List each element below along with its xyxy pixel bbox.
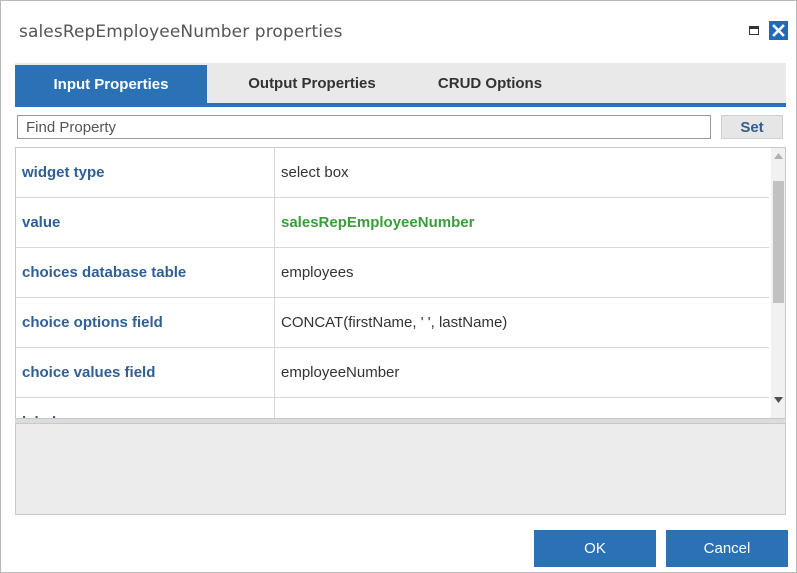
properties-dialog: salesRepEmployeeNumber properties Input …	[0, 0, 797, 573]
cancel-button[interactable]: Cancel	[666, 530, 788, 567]
tab-crud-options[interactable]: CRUD Options	[415, 63, 565, 103]
tab-underline	[15, 103, 786, 107]
property-name: label ...	[16, 398, 275, 418]
property-description-panel	[15, 423, 786, 515]
ok-button[interactable]: OK	[534, 530, 656, 567]
property-rows: widget type select box value salesRepEmp…	[16, 148, 769, 418]
property-name: choice options field	[16, 298, 275, 347]
set-button[interactable]: Set	[721, 115, 783, 139]
property-value[interactable]: CONCAT(firstName, ' ', lastName)	[275, 298, 769, 347]
property-row[interactable]: label ... ...	[16, 398, 769, 418]
scroll-up-button[interactable]	[771, 148, 785, 164]
property-name: choice values field	[16, 348, 275, 397]
vertical-scrollbar[interactable]	[771, 148, 785, 418]
find-property-row: Set	[15, 115, 786, 141]
title-bar[interactable]: salesRepEmployeeNumber properties	[1, 1, 796, 59]
property-grid: widget type select box value salesRepEmp…	[15, 147, 786, 419]
property-row[interactable]: choices database table employees	[16, 248, 769, 298]
property-value[interactable]: employees	[275, 248, 769, 297]
maximize-icon	[748, 26, 759, 35]
close-button[interactable]	[769, 21, 788, 40]
dialog-title: salesRepEmployeeNumber properties	[19, 22, 343, 42]
find-property-input[interactable]	[17, 115, 711, 139]
scroll-down-button[interactable]	[771, 392, 785, 408]
property-name: widget type	[16, 148, 275, 197]
property-value[interactable]: select box	[275, 148, 769, 197]
property-row[interactable]: choice values field employeeNumber	[16, 348, 769, 398]
close-icon	[772, 24, 785, 37]
property-row[interactable]: widget type select box	[16, 148, 769, 198]
maximize-button[interactable]	[746, 23, 761, 38]
property-value[interactable]: ...	[275, 398, 769, 418]
scroll-up-icon	[774, 153, 783, 159]
scroll-thumb[interactable]	[773, 181, 784, 303]
tab-input-properties[interactable]: Input Properties	[15, 65, 207, 103]
property-name: value	[16, 198, 275, 247]
scroll-down-icon	[774, 397, 783, 403]
tab-bar: Input Properties Output Properties CRUD …	[15, 63, 786, 103]
property-value[interactable]: employeeNumber	[275, 348, 769, 397]
property-row[interactable]: choice options field CONCAT(firstName, '…	[16, 298, 769, 348]
property-name: choices database table	[16, 248, 275, 297]
property-value[interactable]: salesRepEmployeeNumber	[275, 198, 769, 247]
property-row[interactable]: value salesRepEmployeeNumber	[16, 198, 769, 248]
tab-output-properties[interactable]: Output Properties	[217, 63, 407, 103]
